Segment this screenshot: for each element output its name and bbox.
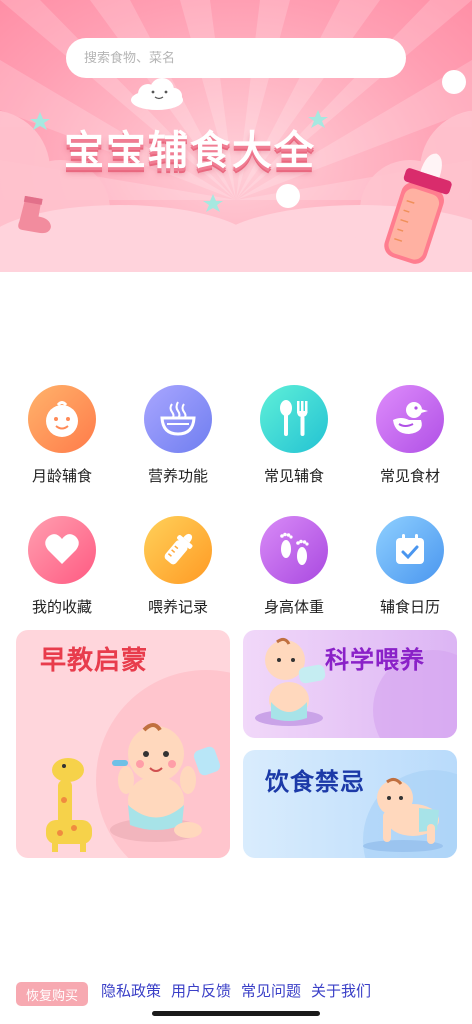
spoon-fork-icon [260,385,328,453]
feature-label: 营养功能 [147,467,208,485]
about-us-link[interactable]: 关于我们 [311,980,371,1001]
search-bar[interactable] [66,38,406,78]
feature-common-food[interactable]: 常见辅食 [236,385,352,486]
footer-bar: 恢复购买 隐私政策 用户反馈 常见问题 关于我们 [0,976,472,1006]
card-title: 早教启蒙 [40,646,149,676]
feature-label: 身高体重 [263,598,324,616]
feature-ingredients[interactable]: 常见食材 [352,385,468,486]
calendar-icon [376,516,444,584]
feature-height-weight[interactable]: 身高体重 [236,516,352,617]
footprints-icon [260,516,328,584]
scientific-feeding-card[interactable]: 科学喂养 [243,630,457,738]
feature-label: 我的收藏 [31,598,92,616]
duck-icon [376,385,444,453]
feature-nutrition[interactable]: 营养功能 [120,385,236,486]
bubble-decoration [442,70,466,94]
early-education-card[interactable]: 早教启蒙 [16,630,230,858]
feature-label: 常见食材 [379,467,440,485]
user-feedback-link[interactable]: 用户反馈 [171,980,231,1001]
heart-icon [28,516,96,584]
restore-purchase-button[interactable]: 恢复购买 [16,982,88,1006]
feature-label: 喂养记录 [147,598,208,616]
banner: 宝宝辅食大全 [0,0,472,272]
feature-month-food[interactable]: 月龄辅食 [4,385,120,486]
card-title: 饮食禁忌 [265,768,365,796]
bowl-icon [144,385,212,453]
feature-label: 辅食日历 [379,598,440,616]
bubble-decoration [276,184,300,208]
baby-face-icon [28,385,96,453]
card-title: 科学喂养 [325,646,425,674]
feature-feeding-record[interactable]: 喂养记录 [120,516,236,617]
feature-favorites[interactable]: 我的收藏 [4,516,120,617]
baby-bottle-icon [144,516,212,584]
feature-label: 常见辅食 [263,467,324,485]
faq-link[interactable]: 常见问题 [241,980,301,1001]
diet-taboo-card[interactable]: 饮食禁忌 [243,750,457,858]
feature-calendar[interactable]: 辅食日历 [352,516,468,617]
banner-title: 宝宝辅食大全 [64,128,316,174]
search-input[interactable] [84,50,384,66]
feature-label: 月龄辅食 [31,467,92,485]
privacy-policy-link[interactable]: 隐私政策 [101,980,161,1001]
home-indicator[interactable] [152,1011,320,1016]
